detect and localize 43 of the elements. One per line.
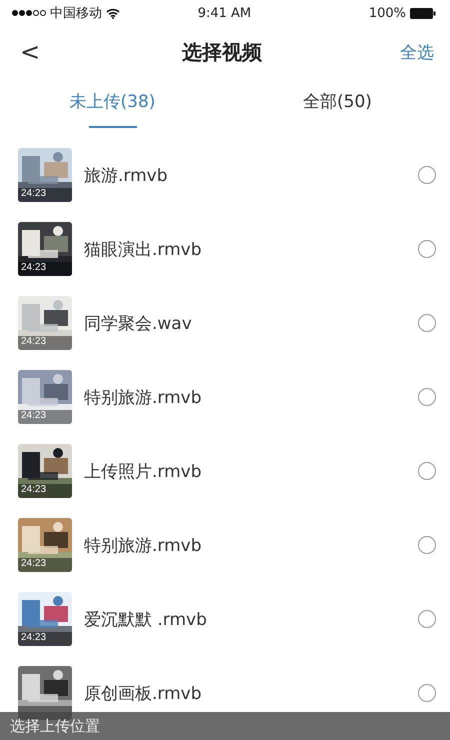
tab[interactable]: 未上传(38) [0, 78, 225, 136]
video-name: 特别旅游.rmvb [84, 534, 203, 556]
tab[interactable]: 全部(50) [225, 78, 450, 136]
video-duration: 24:23 [21, 336, 46, 347]
toast-label: 选择上传位置 [10, 716, 100, 736]
video-item[interactable]: 24:23 上传照片.rmvb [0, 434, 450, 508]
select-radio[interactable] [418, 388, 436, 406]
video-item[interactable]: 24:23 特别旅游.rmvb [0, 508, 450, 582]
video-duration: 24:23 [21, 262, 46, 273]
select-all-button[interactable]: 全选 [400, 40, 434, 64]
video-name: 同学聚会.wav [84, 312, 193, 334]
video-item[interactable]: 24:23 特别旅游.rmvb [0, 360, 450, 434]
video-item[interactable]: 24:23 同学聚会.wav [0, 286, 450, 360]
video-item[interactable]: 24:23 爱沉默默 .rmvb [0, 582, 450, 656]
video-duration: 24:23 [21, 410, 46, 421]
video-duration: 24:23 [21, 632, 46, 643]
upload-location-toast[interactable]: 选择上传位置 [0, 712, 450, 740]
select-radio[interactable] [418, 462, 436, 480]
carrier-name: 中国移动 [50, 5, 102, 22]
select-radio[interactable] [418, 536, 436, 554]
video-name: 爱沉默默 .rmvb [84, 608, 208, 630]
video-item[interactable]: 24:23 猫眼演出.rmvb [0, 212, 450, 286]
signal-icon [12, 10, 46, 16]
battery-icon [410, 8, 436, 18]
select-radio[interactable] [418, 610, 436, 628]
select-radio[interactable] [418, 314, 436, 332]
wifi-icon [106, 8, 120, 18]
video-item[interactable]: 24:23 旅游.rmvb [0, 138, 450, 212]
video-name: 旅游.rmvb [84, 164, 169, 186]
video-duration: 24:23 [21, 558, 46, 569]
select-radio[interactable] [418, 166, 436, 184]
page-title: 选择视频 [182, 38, 262, 66]
video-name: 猫眼演出.rmvb [84, 238, 203, 260]
back-button[interactable]: < [16, 38, 44, 66]
video-name: 原创画板.rmvb [84, 682, 203, 704]
status-time: 9:41 AM [198, 6, 252, 20]
select-radio[interactable] [418, 240, 436, 258]
battery-level: 100% [368, 6, 406, 20]
video-name: 上传照片.rmvb [84, 460, 203, 482]
video-name: 特别旅游.rmvb [84, 386, 203, 408]
video-duration: 24:23 [21, 188, 46, 199]
video-duration: 24:23 [21, 484, 46, 495]
select-radio[interactable] [418, 684, 436, 702]
